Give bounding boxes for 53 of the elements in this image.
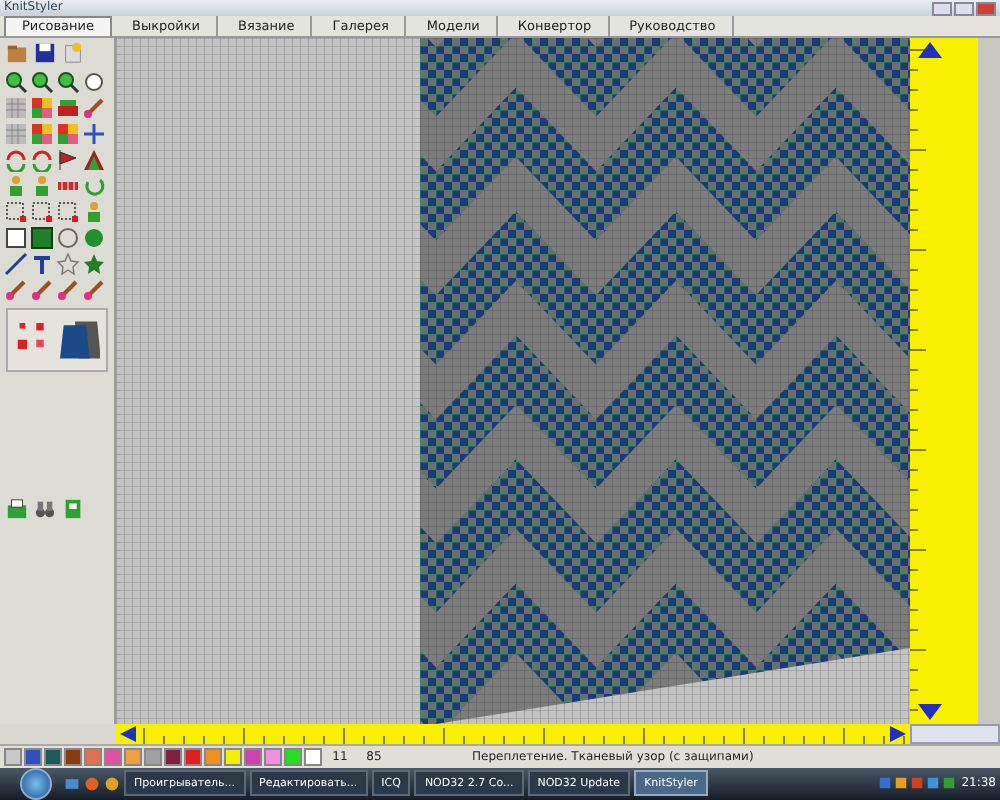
star-icon[interactable] (56, 252, 80, 277)
brush-icon[interactable] (56, 278, 80, 303)
save-icon[interactable] (34, 42, 56, 65)
color-swatch[interactable] (284, 748, 302, 767)
maximize-button[interactable] (954, 1, 974, 15)
brush-icon[interactable] (82, 96, 106, 121)
magnifier-icon[interactable] (4, 70, 28, 95)
filled-circle-icon[interactable] (82, 226, 106, 251)
minimize-button[interactable] (932, 1, 952, 15)
knitting-chart-drawing[interactable] (116, 38, 910, 725)
start-button[interactable] (20, 767, 52, 800)
printer-icon[interactable] (6, 498, 28, 521)
color-swatch[interactable] (84, 748, 102, 767)
line-icon[interactable] (4, 252, 28, 277)
selection-icon[interactable] (30, 200, 54, 225)
color-swatch[interactable] (44, 748, 62, 767)
color-swatch[interactable] (264, 748, 282, 767)
color-swatch[interactable] (204, 748, 222, 767)
color-tool-button[interactable] (24, 748, 42, 767)
document-icon[interactable] (62, 498, 84, 521)
color-swatch[interactable] (304, 748, 322, 767)
magnifier-icon[interactable] (30, 70, 54, 95)
color-swatch[interactable] (124, 748, 142, 767)
color-swatch[interactable] (224, 748, 242, 767)
brush-icon[interactable] (82, 278, 106, 303)
flag-icon[interactable] (56, 148, 80, 173)
color-swatch[interactable] (164, 748, 182, 767)
close-button[interactable] (976, 1, 996, 15)
folder-icon[interactable] (6, 42, 28, 65)
binoculars-icon[interactable] (34, 498, 56, 521)
grid-icon[interactable] (4, 122, 28, 147)
palette-button[interactable] (4, 748, 22, 767)
color-swatch[interactable] (104, 748, 122, 767)
triangle-icon[interactable] (82, 148, 106, 173)
filled-star-icon[interactable] (82, 252, 106, 277)
selection-icon[interactable] (56, 200, 80, 225)
square-icon[interactable] (4, 226, 28, 251)
brush-icon[interactable] (4, 278, 28, 303)
magnifier-icon[interactable] (56, 70, 80, 95)
filled-square-icon[interactable] (30, 226, 54, 251)
color-swatch[interactable] (184, 748, 202, 767)
figure-icon[interactable] (82, 200, 106, 225)
brush-icon[interactable] (30, 278, 54, 303)
selection-icon[interactable] (4, 200, 28, 225)
corner-button[interactable] (910, 724, 1000, 745)
cross-arrows-icon[interactable] (82, 122, 106, 147)
circle-icon[interactable] (56, 226, 80, 251)
horizontal-ruler[interactable] (116, 724, 910, 745)
figure-icon[interactable] (4, 174, 28, 199)
color-swatch[interactable] (244, 748, 262, 767)
yarn-cone-icon[interactable] (59, 316, 100, 365)
color-swatch[interactable] (144, 748, 162, 767)
color-swatch[interactable] (64, 748, 82, 767)
